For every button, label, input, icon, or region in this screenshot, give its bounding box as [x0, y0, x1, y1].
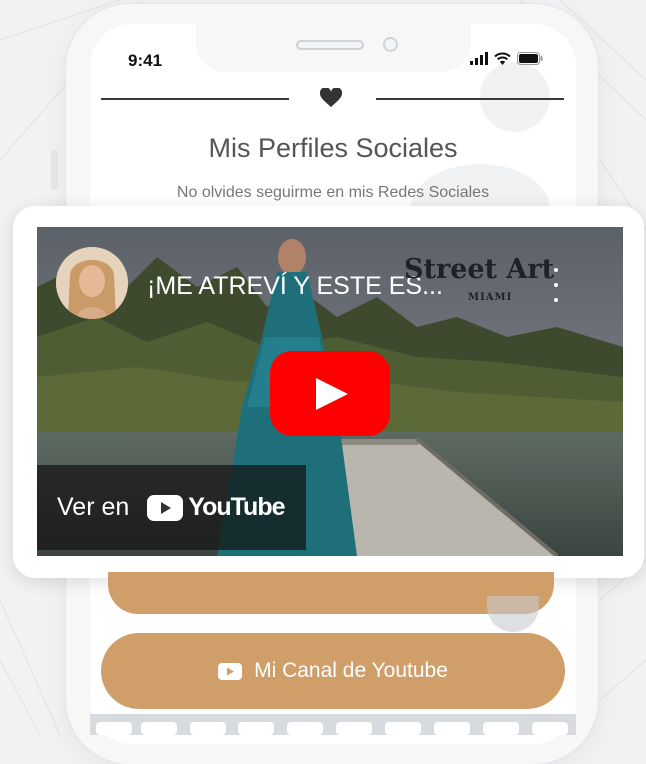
status-icons	[470, 52, 543, 65]
keyboard-key[interactable]	[96, 722, 132, 735]
video-watermark: Street Art	[404, 254, 555, 285]
youtube-icon	[147, 494, 184, 521]
keyboard-key[interactable]	[385, 722, 421, 735]
keyboard-key[interactable]	[141, 722, 177, 735]
more-vertical-icon[interactable]	[551, 268, 561, 302]
heart-icon	[319, 88, 343, 107]
channel-avatar[interactable]	[56, 247, 128, 319]
video-watermark-sub: MIAMI	[468, 292, 513, 303]
youtube-channel-label: Mi Canal de Youtube	[254, 659, 448, 682]
status-time: 9:41	[128, 51, 163, 70]
front-camera	[383, 37, 398, 52]
video-title[interactable]: ¡ME ATREVÍ Y ESTE ES...	[147, 272, 443, 301]
divider-right	[376, 98, 564, 100]
decorative-circle	[480, 62, 550, 132]
keyboard-key[interactable]	[336, 722, 372, 735]
keyboard-key[interactable]	[287, 722, 323, 735]
speaker-grill	[296, 40, 364, 50]
keyboard-key[interactable]	[434, 722, 470, 735]
youtube-wordmark: YouTube	[188, 493, 285, 521]
youtube-channel-button[interactable]: Mi Canal de Youtube	[101, 633, 565, 709]
keyboard-key[interactable]	[238, 722, 274, 735]
keyboard-key[interactable]	[190, 722, 226, 735]
battery-icon	[517, 52, 543, 65]
watch-on-label: Ver en	[57, 493, 130, 521]
watch-on-youtube-button[interactable]: Ver en YouTube	[37, 465, 306, 550]
play-icon	[316, 378, 348, 410]
keyboard-key[interactable]	[483, 722, 519, 735]
signal-icon	[470, 52, 488, 65]
youtube-icon	[218, 662, 243, 680]
phone-side-button	[51, 150, 58, 190]
divider-left	[101, 98, 289, 100]
youtube-logo: YouTube	[147, 493, 286, 522]
play-button[interactable]	[270, 351, 390, 436]
wifi-icon	[494, 52, 511, 65]
page-subtitle: No olvides seguirme en mis Redes Sociale…	[176, 184, 490, 201]
keyboard-key[interactable]	[532, 722, 568, 735]
page-title: Mis Perfiles Sociales	[208, 133, 458, 163]
